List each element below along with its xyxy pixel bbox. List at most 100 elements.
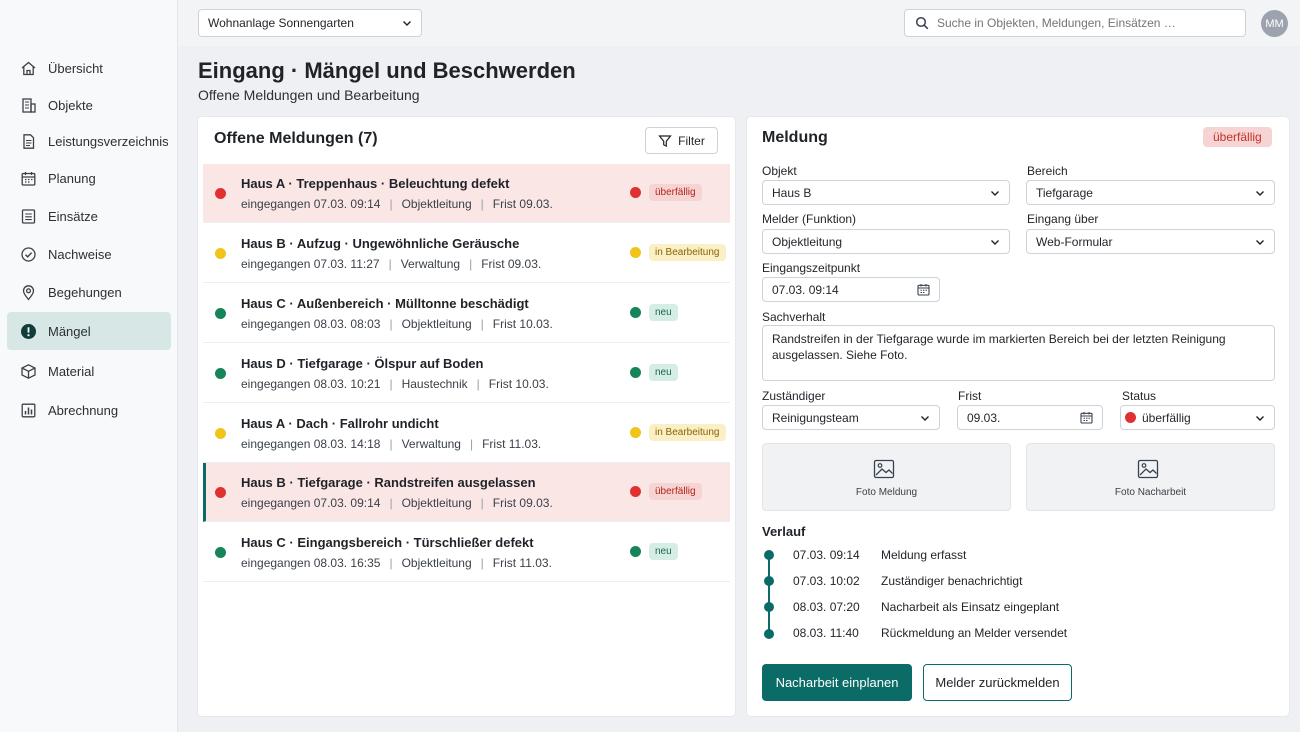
status-dot <box>630 307 641 318</box>
schedule-rework-button[interactable]: Nacharbeit einplanen <box>762 664 912 701</box>
calendar-icon[interactable] <box>1080 411 1093 424</box>
timeline-time: 08.03. 11:40 <box>793 626 859 640</box>
list-item[interactable]: Haus D · Tiefgarage · Ölspur auf Boden e… <box>203 344 730 403</box>
melder-select[interactable]: Objektleitung <box>762 229 1010 254</box>
sidebar-item-objekte[interactable]: Objekte <box>7 86 171 124</box>
report-title: Haus C · Eingangsbereich · Türschließer … <box>241 535 534 550</box>
list-item[interactable]: Haus B · Aufzug · Ungewöhnliche Geräusch… <box>203 224 730 283</box>
reporter-role: Objektleitung <box>401 317 472 331</box>
priority-dot <box>215 547 226 558</box>
filter-icon <box>658 134 672 148</box>
report-title: Haus D · Tiefgarage · Ölspur auf Boden <box>241 356 484 371</box>
sidebar-item-label: Abrechnung <box>48 402 119 418</box>
bereich-select[interactable]: Tiefgarage <box>1026 180 1275 205</box>
timeline-text: Zuständiger benachrichtigt <box>881 574 1023 588</box>
sidebar-item-material[interactable]: Material <box>7 352 171 390</box>
photo-meldung-slot[interactable]: Foto Meldung <box>762 443 1011 511</box>
chevron-down-icon <box>920 413 930 423</box>
search-icon <box>915 16 929 30</box>
reporter-role: Verwaltung <box>401 437 461 451</box>
search-input[interactable] <box>937 16 1227 30</box>
received: eingegangen 07.03. 09:14 <box>241 496 381 510</box>
calendar-icon <box>20 170 37 187</box>
chevron-down-icon <box>1255 237 1265 247</box>
frist-value: 09.03. <box>967 410 1001 425</box>
status-value: überfällig <box>1142 410 1191 425</box>
zustaendig-value: Reinigungsteam <box>772 410 859 425</box>
sachverhalt-textarea[interactable]: Randstreifen in der Tiefgarage wurde im … <box>762 325 1275 381</box>
status-indicator: in Bearbeitung <box>630 424 726 441</box>
report-meta: eingegangen 08.03. 10:21 | Haustechnik | Fri… <box>241 377 549 391</box>
sidebar-item-uebersicht[interactable]: Übersicht <box>7 49 171 87</box>
sidebar-item-begehungen[interactable]: Begehungen <box>7 273 171 311</box>
page-subtitle: Offene Meldungen und Bearbeitung <box>198 87 420 103</box>
property-select[interactable]: Wohnanlage Sonnengarten <box>198 9 422 37</box>
sidebar-item-nachweise[interactable]: Nachweise <box>7 235 171 273</box>
list-item[interactable]: Haus A · Treppenhaus · Beleuchtung defek… <box>203 164 730 223</box>
sidebar-item-label: Begehungen <box>48 284 122 300</box>
zustaendig-select[interactable]: Reinigungsteam <box>762 405 940 430</box>
status-badge: überfällig <box>1203 127 1272 147</box>
due-date: Frist 11.03. <box>482 437 542 451</box>
status-badge: neu <box>649 543 678 560</box>
status-dot <box>630 486 641 497</box>
schedule-rework-label: Nacharbeit einplanen <box>775 675 899 690</box>
sidebar-item-label: Mängel <box>48 323 91 339</box>
sachverhalt-label: Sachverhalt <box>762 310 826 324</box>
filter-label: Filter <box>678 133 705 148</box>
status-select[interactable]: überfällig <box>1120 405 1275 430</box>
sidebar-item-label: Übersicht <box>48 60 103 76</box>
report-meta: eingegangen 08.03. 16:35 | Objektleitung | F… <box>241 556 552 570</box>
timeline-time: 08.03. 07:20 <box>793 600 860 614</box>
status-indicator: neu <box>630 364 678 381</box>
objekt-select[interactable]: Haus B <box>762 180 1010 205</box>
due-date: Frist 10.03. <box>488 377 549 391</box>
priority-dot <box>215 428 226 439</box>
frist-input[interactable]: 09.03. <box>957 405 1103 430</box>
zeitpunkt-input[interactable]: 07.03. 09:14 <box>762 277 940 302</box>
check-circle-icon <box>20 246 37 263</box>
due-date: Frist 09.03. <box>492 197 553 211</box>
priority-dot <box>215 248 226 259</box>
zustaendig-label: Zuständiger <box>762 389 826 403</box>
report-title: Haus C · Außenbereich · Mülltonne beschä… <box>241 296 529 311</box>
report-meta: eingegangen 07.03. 09:14 | Objektleitung | F… <box>241 496 553 510</box>
sidebar-item-einsaetze[interactable]: Einsätze <box>7 197 171 235</box>
eingang-select[interactable]: Web-Formular <box>1026 229 1275 254</box>
notify-reporter-button[interactable]: Melder zurückmelden <box>923 664 1072 701</box>
received: eingegangen 08.03. 14:18 <box>241 437 381 451</box>
priority-dot <box>215 188 226 199</box>
list-item[interactable]: Haus A · Dach · Fallrohr undicht eingega… <box>203 404 730 463</box>
list-item[interactable]: Haus B · Tiefgarage · Randstreifen ausge… <box>203 463 730 522</box>
zeitpunkt-label: Eingangszeitpunkt <box>762 261 861 275</box>
list-item[interactable]: Haus C · Eingangsbereich · Türschließer … <box>203 523 730 582</box>
avatar-initials: MM <box>1265 17 1284 30</box>
sidebar-item-planung[interactable]: Planung <box>7 159 171 197</box>
status-dot <box>630 546 641 557</box>
avatar[interactable]: MM <box>1261 10 1288 37</box>
status-badge: neu <box>649 364 678 381</box>
reporter-role: Objektleitung <box>401 496 472 510</box>
list-title: Offene Meldungen (7) <box>214 130 378 147</box>
received: eingegangen 07.03. 09:14 <box>241 197 381 211</box>
box-icon <box>20 363 37 380</box>
frist-label: Frist <box>958 389 982 403</box>
sidebar-header <box>0 0 178 46</box>
received: eingegangen 08.03. 16:35 <box>241 556 381 570</box>
reporter-role: Objektleitung <box>401 197 472 211</box>
bereich-value: Tiefgarage <box>1036 185 1093 200</box>
search-bar[interactable] <box>904 9 1246 37</box>
sidebar-item-leistungsverzeichnis[interactable]: Leistungsverzeichnis <box>7 122 171 160</box>
calendar-icon[interactable] <box>917 283 930 296</box>
sidebar-item-abrechnung[interactable]: Abrechnung <box>7 391 171 429</box>
sidebar-item-maengel[interactable]: Mängel <box>7 312 171 350</box>
timeline-dot <box>764 550 774 560</box>
photo-nacharbeit-slot[interactable]: Foto Nacharbeit <box>1026 443 1275 511</box>
sidebar-item-label: Material <box>48 363 95 379</box>
reporter-role: Objektleitung <box>401 556 472 570</box>
list-icon <box>20 208 37 225</box>
received: eingegangen 07.03. 11:27 <box>241 257 380 271</box>
map-pin-icon <box>20 284 37 301</box>
filter-button[interactable]: Filter <box>645 127 718 154</box>
list-item[interactable]: Haus C · Außenbereich · Mülltonne beschä… <box>203 284 730 343</box>
